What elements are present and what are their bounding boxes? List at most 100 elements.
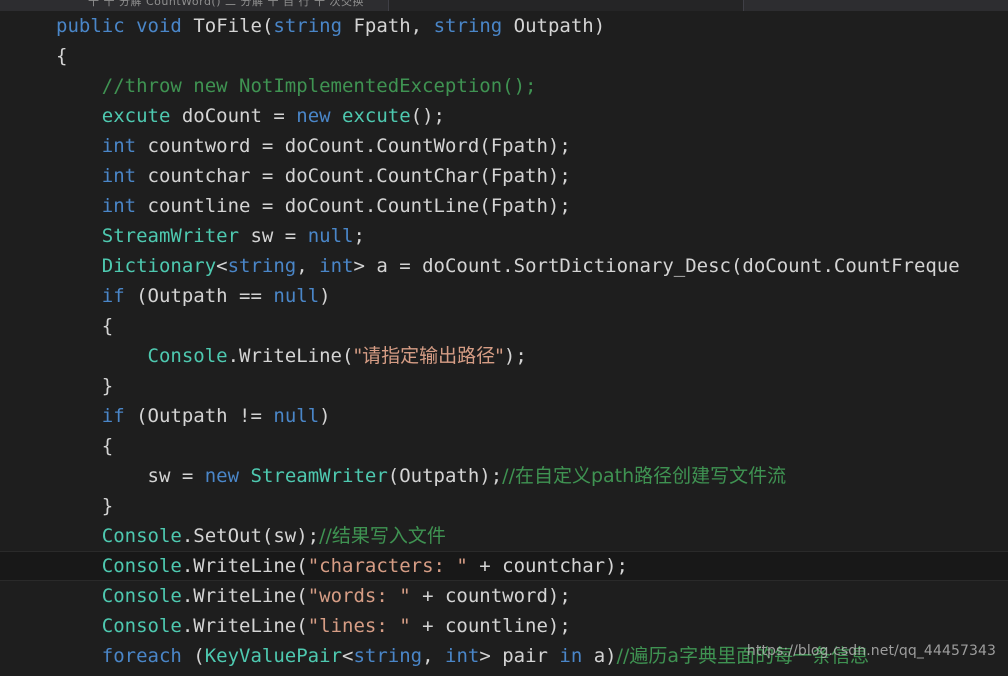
code-line[interactable]: int countchar = doCount.CountChar(Fpath)… [0,161,1008,191]
code-line[interactable]: Console.WriteLine("请指定输出路径"); [0,341,1008,371]
code-token-punct: ) [593,15,606,37]
code-token-plain: SortDictionary_Desc [513,255,731,277]
code-line[interactable]: { [0,311,1008,341]
code-token-plain: (Outpath != [124,405,274,427]
code-token-kw: void [136,15,182,37]
code-line[interactable]: } [0,491,1008,521]
code-token-plain: > a = doCount. [353,255,514,277]
code-token-type: Console [147,345,228,367]
code-token-type: Console [101,525,182,547]
code-token-type: KeyValuePair [204,645,343,667]
code-line[interactable]: { [0,431,1008,461]
code-token-plain: sw = [147,465,205,487]
code-line[interactable]: Console.WriteLine("words: " + countword)… [0,581,1008,611]
code-token-plain: ; [353,225,365,247]
code-token-plain: .WriteLine( [181,615,308,637]
code-line[interactable]: int countword = doCount.CountWord(Fpath)… [0,131,1008,161]
code-token-plain: , [422,645,445,667]
code-token-kw: new [204,465,240,487]
code-token-plain: } [101,495,114,517]
code-token-plain: (); [410,105,445,127]
code-token-kw: public [56,15,125,37]
code-token-plain: ) [319,405,331,427]
code-token-str: "请指定输出路径" [353,345,504,367]
code-line[interactable]: Console.WriteLine("lines: " + countline)… [0,611,1008,641]
code-line[interactable]: Console.SetOut(sw);//结果写入文件 [0,521,1008,551]
code-token-str: "characters: " [307,555,468,577]
code-token-plain: + countline); [410,615,571,637]
code-token-kw: foreach [101,645,182,667]
code-line[interactable]: //throw new NotImplementedException(); [0,71,1008,101]
code-token-plain: doCount = [170,105,297,127]
code-token-kw: int [101,195,137,217]
code-line[interactable]: if (Outpath == null) [0,281,1008,311]
code-token-kw: string [353,645,423,667]
code-token-kw: string [433,15,503,37]
code-line[interactable]: StreamWriter sw = null; [0,221,1008,251]
code-line[interactable]: Console.WriteLine("characters: " + count… [0,551,1008,581]
code-line[interactable]: sw = new StreamWriter(Outpath);//在自定义pat… [0,461,1008,491]
code-line[interactable]: { [0,41,1008,71]
window-chrome-strip: 十 十 分解 CountWord() 二 分解 十 自 行 十 次交换 [0,0,1008,11]
code-line[interactable]: if (Outpath != null) [0,401,1008,431]
code-token-kw: int [101,135,137,157]
code-token-plain: < [216,255,228,277]
code-token-plain: > pair [479,645,560,667]
code-line[interactable]: Dictionary<string, int> a = doCount.Sort… [0,251,1008,281]
code-token-plain: a) [582,645,617,667]
code-token-cmt: //在自定义path路径创建写文件流 [502,465,787,487]
code-token-plain: (Outpath == [124,285,274,307]
code-token-plain: } [101,375,114,397]
code-token-type: Console [101,555,182,577]
code-text[interactable]: public void ToFile(string Fpath, string … [0,11,1008,676]
code-token-plain: countchar = doCount.CountChar(Fpath); [136,165,571,187]
code-token-plain: .SetOut(sw); [181,525,320,547]
code-token-type: StreamWriter [250,465,388,487]
code-editor-screenshot: 十 十 分解 CountWord() 二 分解 十 自 行 十 次交换 publ… [0,0,1008,676]
code-token-plain: ToFile [193,15,262,37]
code-token-plain: (Outpath); [387,465,503,487]
code-token-type: Console [101,615,182,637]
code-line[interactable]: } [0,371,1008,401]
code-token-plain: ( [181,645,205,667]
code-token-punct: ( [261,15,274,37]
code-token-plain: { [101,315,114,337]
code-token-cmt: //结果写入文件 [319,525,446,547]
code-token-type: StreamWriter [101,225,240,247]
code-token-kw: new [296,105,331,127]
watermark-url: https://blog.csdn.net/qq_44457343 [746,643,996,659]
code-token-plain: sw = [239,225,308,247]
code-token-type: excute [342,105,411,127]
code-surface[interactable]: public void ToFile(string Fpath, string … [0,11,1008,676]
code-token-plain: , [296,255,320,277]
code-token-plain: countword = doCount.CountWord(Fpath); [136,135,571,157]
code-line[interactable]: public void ToFile(string Fpath, string … [0,11,1008,41]
code-token-kw: string [273,15,343,37]
code-token-plain: (doCount.CountFreque [730,255,960,277]
code-token-kw: string [227,255,297,277]
code-token-plain: { [56,45,68,67]
code-line[interactable]: { [0,671,1008,676]
code-token-kw: in [559,645,583,667]
code-token-plain: + countchar); [467,555,628,577]
code-line[interactable]: int countline = doCount.CountLine(Fpath)… [0,191,1008,221]
code-token-kw: null [273,405,320,427]
code-line[interactable]: excute doCount = new excute(); [0,101,1008,131]
code-token-type: excute [101,105,171,127]
